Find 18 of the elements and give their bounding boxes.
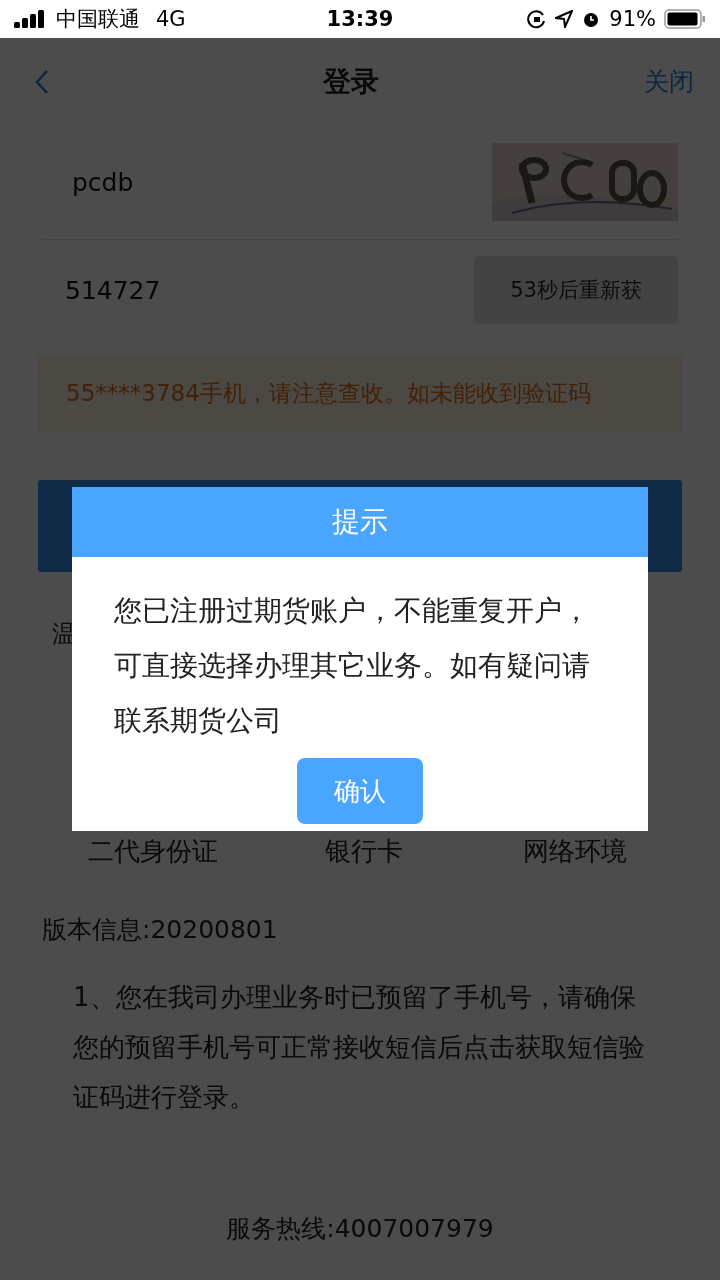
rotation-lock-icon — [527, 9, 548, 29]
check-item-label: 银行卡 — [324, 835, 404, 868]
version-info: 版本信息:20200801 — [42, 914, 279, 946]
battery-icon — [664, 9, 706, 29]
check-item-label: 网络环境 — [521, 835, 628, 868]
dialog-message: 您已注册过期货账户，不能重复开户，可直接选择办理其它业务。如有疑问请联系期货公司 — [114, 593, 591, 739]
status-time: 13:39 — [326, 7, 394, 31]
carrier-label: 中国联通 — [56, 6, 140, 33]
check-item-label: 二代身份证 — [87, 835, 220, 868]
network-label: 4G — [156, 7, 186, 31]
hotline-text: 服务热线:4007007979 — [225, 1213, 495, 1245]
confirm-button[interactable]: 确认 — [297, 758, 423, 824]
close-button[interactable]: 关闭 — [644, 65, 694, 98]
page-title: 登录 — [321, 63, 380, 100]
instruction-text: 1、您在我司办理业务时已预留了手机号，请确保您的预留手机号可正常接收短信后点击获取短信验证码进行登录。 — [73, 981, 646, 1114]
dialog-title: 提示 — [72, 487, 648, 557]
battery-percent: 91% — [609, 7, 656, 31]
location-icon — [555, 10, 574, 28]
